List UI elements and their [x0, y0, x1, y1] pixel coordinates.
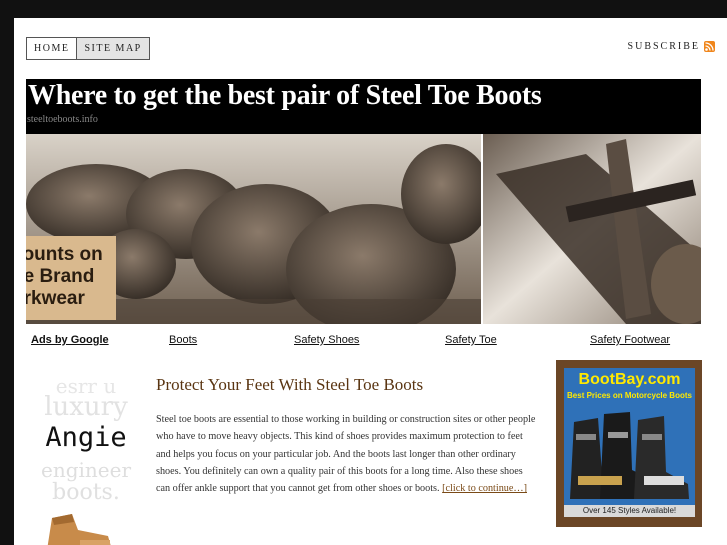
thumb-line: Angie	[45, 422, 127, 453]
article-thumbnail[interactable]: esrr u luxury Angie engineer boots.	[32, 374, 140, 545]
article-title[interactable]: Protect Your Feet With Steel Toe Boots	[156, 375, 536, 395]
ad-link-boots[interactable]: Boots	[169, 334, 197, 346]
tab-site-map[interactable]: SITE MAP	[76, 38, 149, 59]
article-body: Steel toe boots are essential to those w…	[156, 411, 536, 497]
ad-link-safety-shoes[interactable]: Safety Shoes	[294, 334, 359, 346]
site-title[interactable]: Where to get the best pair of Steel Toe …	[28, 80, 542, 112]
bootbay-ad[interactable]: BootBay.com Best Prices on Motorcycle Bo…	[556, 360, 702, 527]
header-banner-image: counts on ne Brand orkwear	[26, 134, 701, 324]
page: HOME SITE MAP SUBSCRIBE Where to get the…	[14, 18, 727, 545]
ad-link-safety-toe[interactable]: Safety Toe	[445, 334, 497, 346]
motorcycle-boots-icon	[570, 412, 689, 499]
bootbay-ad-panel: BootBay.com Best Prices on Motorcycle Bo…	[564, 368, 695, 517]
rss-feed-icon	[704, 41, 715, 52]
subscribe-label: SUBSCRIBE	[627, 41, 700, 52]
top-nav: HOME SITE MAP	[26, 37, 150, 60]
promo-line: orkwear	[26, 288, 85, 309]
boot-photo-icon	[47, 514, 111, 545]
promo-line: counts on	[26, 244, 103, 265]
google-ad-links: Ads by Google Boots Safety Shoes Safety …	[26, 334, 701, 350]
banner-promo-text: counts on ne Brand orkwear	[26, 236, 116, 320]
continue-link[interactable]: [click to continue…]	[442, 483, 527, 494]
site-domain: steeltoeboots.info	[27, 114, 98, 125]
promo-line: ne Brand	[26, 266, 95, 287]
ad-link-safety-footwear[interactable]: Safety Footwear	[590, 334, 670, 346]
ads-by-google-link[interactable]: Ads by Google	[31, 334, 109, 346]
bootbay-footer: Over 145 Styles Available!	[564, 505, 695, 517]
tab-home[interactable]: HOME	[27, 38, 77, 59]
thumb-line: engineer	[40, 458, 132, 482]
thumb-line: luxury	[44, 392, 128, 422]
thumb-line: boots.	[52, 480, 120, 505]
article: Protect Your Feet With Steel Toe Boots S…	[156, 375, 536, 497]
subscribe-link[interactable]: SUBSCRIBE	[628, 41, 715, 52]
bootbay-tagline: Best Prices on Motorcycle Boots	[567, 391, 692, 400]
bootbay-brand: BootBay.com	[578, 371, 681, 388]
site-header: Where to get the best pair of Steel Toe …	[26, 79, 701, 134]
